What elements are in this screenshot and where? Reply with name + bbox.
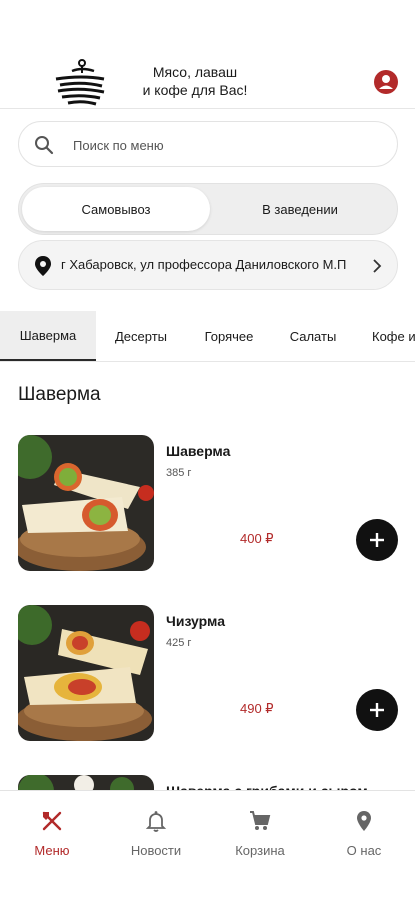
product-price: 400 ₽ xyxy=(240,531,274,546)
product-weight: 425 г xyxy=(166,637,192,649)
nav-about-label: О нас xyxy=(346,843,382,858)
order-mode-toggle: Самовывоз В заведении xyxy=(18,183,398,235)
tab-desserts[interactable]: Десерты xyxy=(100,311,182,361)
tagline-line-1: Мясо, лаваш xyxy=(152,64,238,80)
address-text: г Хабаровск, ул профессора Даниловского … xyxy=(61,257,347,272)
tab-shawarma[interactable]: Шаверма xyxy=(0,311,96,361)
product-image[interactable] xyxy=(18,435,154,571)
tab-hot[interactable]: Горячее xyxy=(188,311,270,361)
add-to-cart-button[interactable] xyxy=(356,519,398,561)
bell-icon xyxy=(145,811,167,832)
category-tabs: Шаверма Десерты Горячее Салаты Кофе и xyxy=(0,311,415,362)
product-card[interactable]: Шаверма 385 г 400 ₽ xyxy=(18,435,408,575)
grill-spit-logo xyxy=(55,59,105,106)
plus-icon xyxy=(370,703,384,717)
address-selector[interactable]: г Хабаровск, ул профессора Даниловского … xyxy=(18,240,398,290)
chevron-right-icon xyxy=(373,259,382,273)
nav-menu-label: Меню xyxy=(34,843,70,858)
product-name: Чизурма xyxy=(166,613,225,629)
pickup-option[interactable]: Самовывоз xyxy=(22,187,210,231)
tagline-line-2: и кофе для Вас! xyxy=(142,82,248,98)
nav-news[interactable]: Новости xyxy=(106,809,206,869)
cart-icon xyxy=(250,811,271,830)
location-pin-icon xyxy=(35,256,51,276)
product-price: 490 ₽ xyxy=(240,701,274,716)
search-bar[interactable] xyxy=(18,121,398,167)
nav-menu[interactable]: Меню xyxy=(2,809,102,869)
fork-knife-icon xyxy=(42,811,62,831)
add-to-cart-button[interactable] xyxy=(356,689,398,731)
tab-salads[interactable]: Салаты xyxy=(274,311,352,361)
profile-icon[interactable] xyxy=(373,69,399,95)
product-weight: 385 г xyxy=(166,467,192,479)
dine-in-option[interactable]: В заведении xyxy=(206,187,394,231)
header-tagline: Мясо, лаваш и кофе для Вас! xyxy=(120,63,270,99)
header-divider xyxy=(0,108,415,109)
app-header: Мясо, лаваш и кофе для Вас! xyxy=(0,55,415,107)
product-image[interactable] xyxy=(18,605,154,741)
tab-coffee[interactable]: Кофе и xyxy=(360,311,415,361)
product-name: Шаверма xyxy=(166,443,231,459)
section-title: Шаверма xyxy=(18,384,101,405)
search-input[interactable] xyxy=(73,134,373,156)
nav-news-label: Новости xyxy=(130,843,182,858)
plus-icon xyxy=(370,533,384,547)
product-card[interactable]: Чизурма 425 г 490 ₽ xyxy=(18,605,408,745)
bottom-navigation: Меню Новости Корзина О нас xyxy=(0,790,415,900)
location-pin-icon xyxy=(357,811,371,831)
search-icon xyxy=(35,136,54,155)
nav-cart-label: Корзина xyxy=(235,843,285,858)
nav-cart[interactable]: Корзина xyxy=(210,809,310,869)
nav-about[interactable]: О нас xyxy=(314,809,414,869)
